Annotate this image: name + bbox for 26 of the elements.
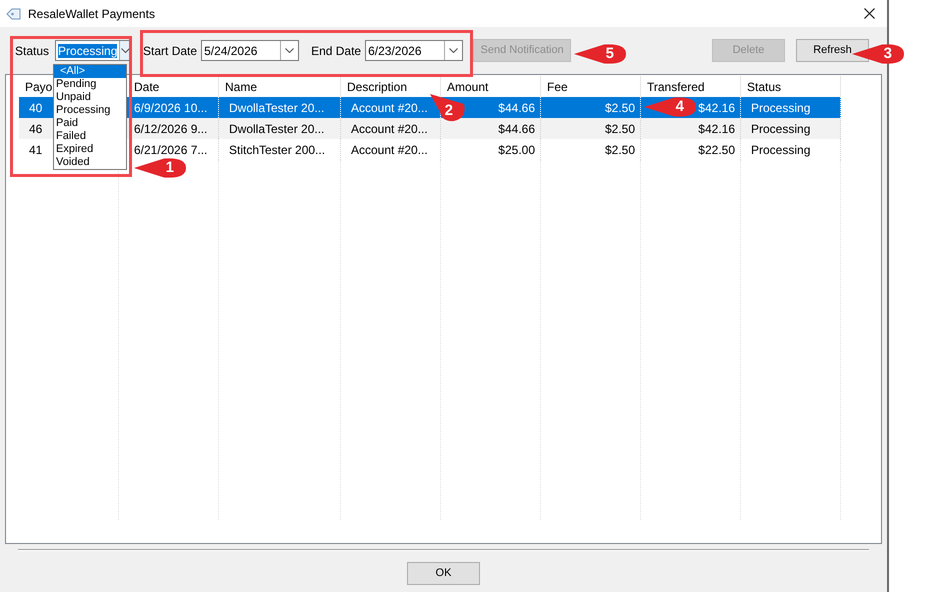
tag-icon	[6, 6, 22, 20]
table-cell: $22.50	[641, 139, 741, 160]
callout-badge: 2	[430, 94, 466, 122]
callout-badge: 3	[852, 43, 906, 65]
chevron-down-icon	[449, 48, 458, 53]
window-title: ResaleWallet Payments	[28, 6, 156, 22]
end-date-picker[interactable]: 6/23/2026	[365, 40, 464, 61]
table-cell: Account #20...	[341, 139, 441, 160]
table-cell: StitchTester 200...	[219, 139, 341, 160]
start-date-picker[interactable]: 5/24/2026	[201, 40, 300, 61]
toolbar-button[interactable]: Refresh	[796, 39, 869, 62]
status-label: Status	[15, 42, 50, 60]
table-cell: $25.00	[441, 139, 541, 160]
close-icon	[864, 8, 874, 19]
status-dropdown[interactable]: Processing	[55, 40, 132, 61]
dropdown-option[interactable]: <All>	[54, 65, 126, 78]
chevron-down-icon	[120, 48, 130, 53]
table-cell: Processing	[741, 139, 841, 160]
start-date-label: Start Date	[143, 42, 198, 60]
end-date-label: End Date	[311, 42, 362, 60]
table-cell: $2.50	[541, 139, 641, 160]
callout-badge: 1	[134, 157, 188, 179]
ok-button[interactable]: OK	[407, 562, 480, 585]
callout-badge: 5	[574, 43, 628, 65]
callout-badge: 4	[644, 96, 698, 118]
chevron-down-icon	[285, 48, 294, 53]
